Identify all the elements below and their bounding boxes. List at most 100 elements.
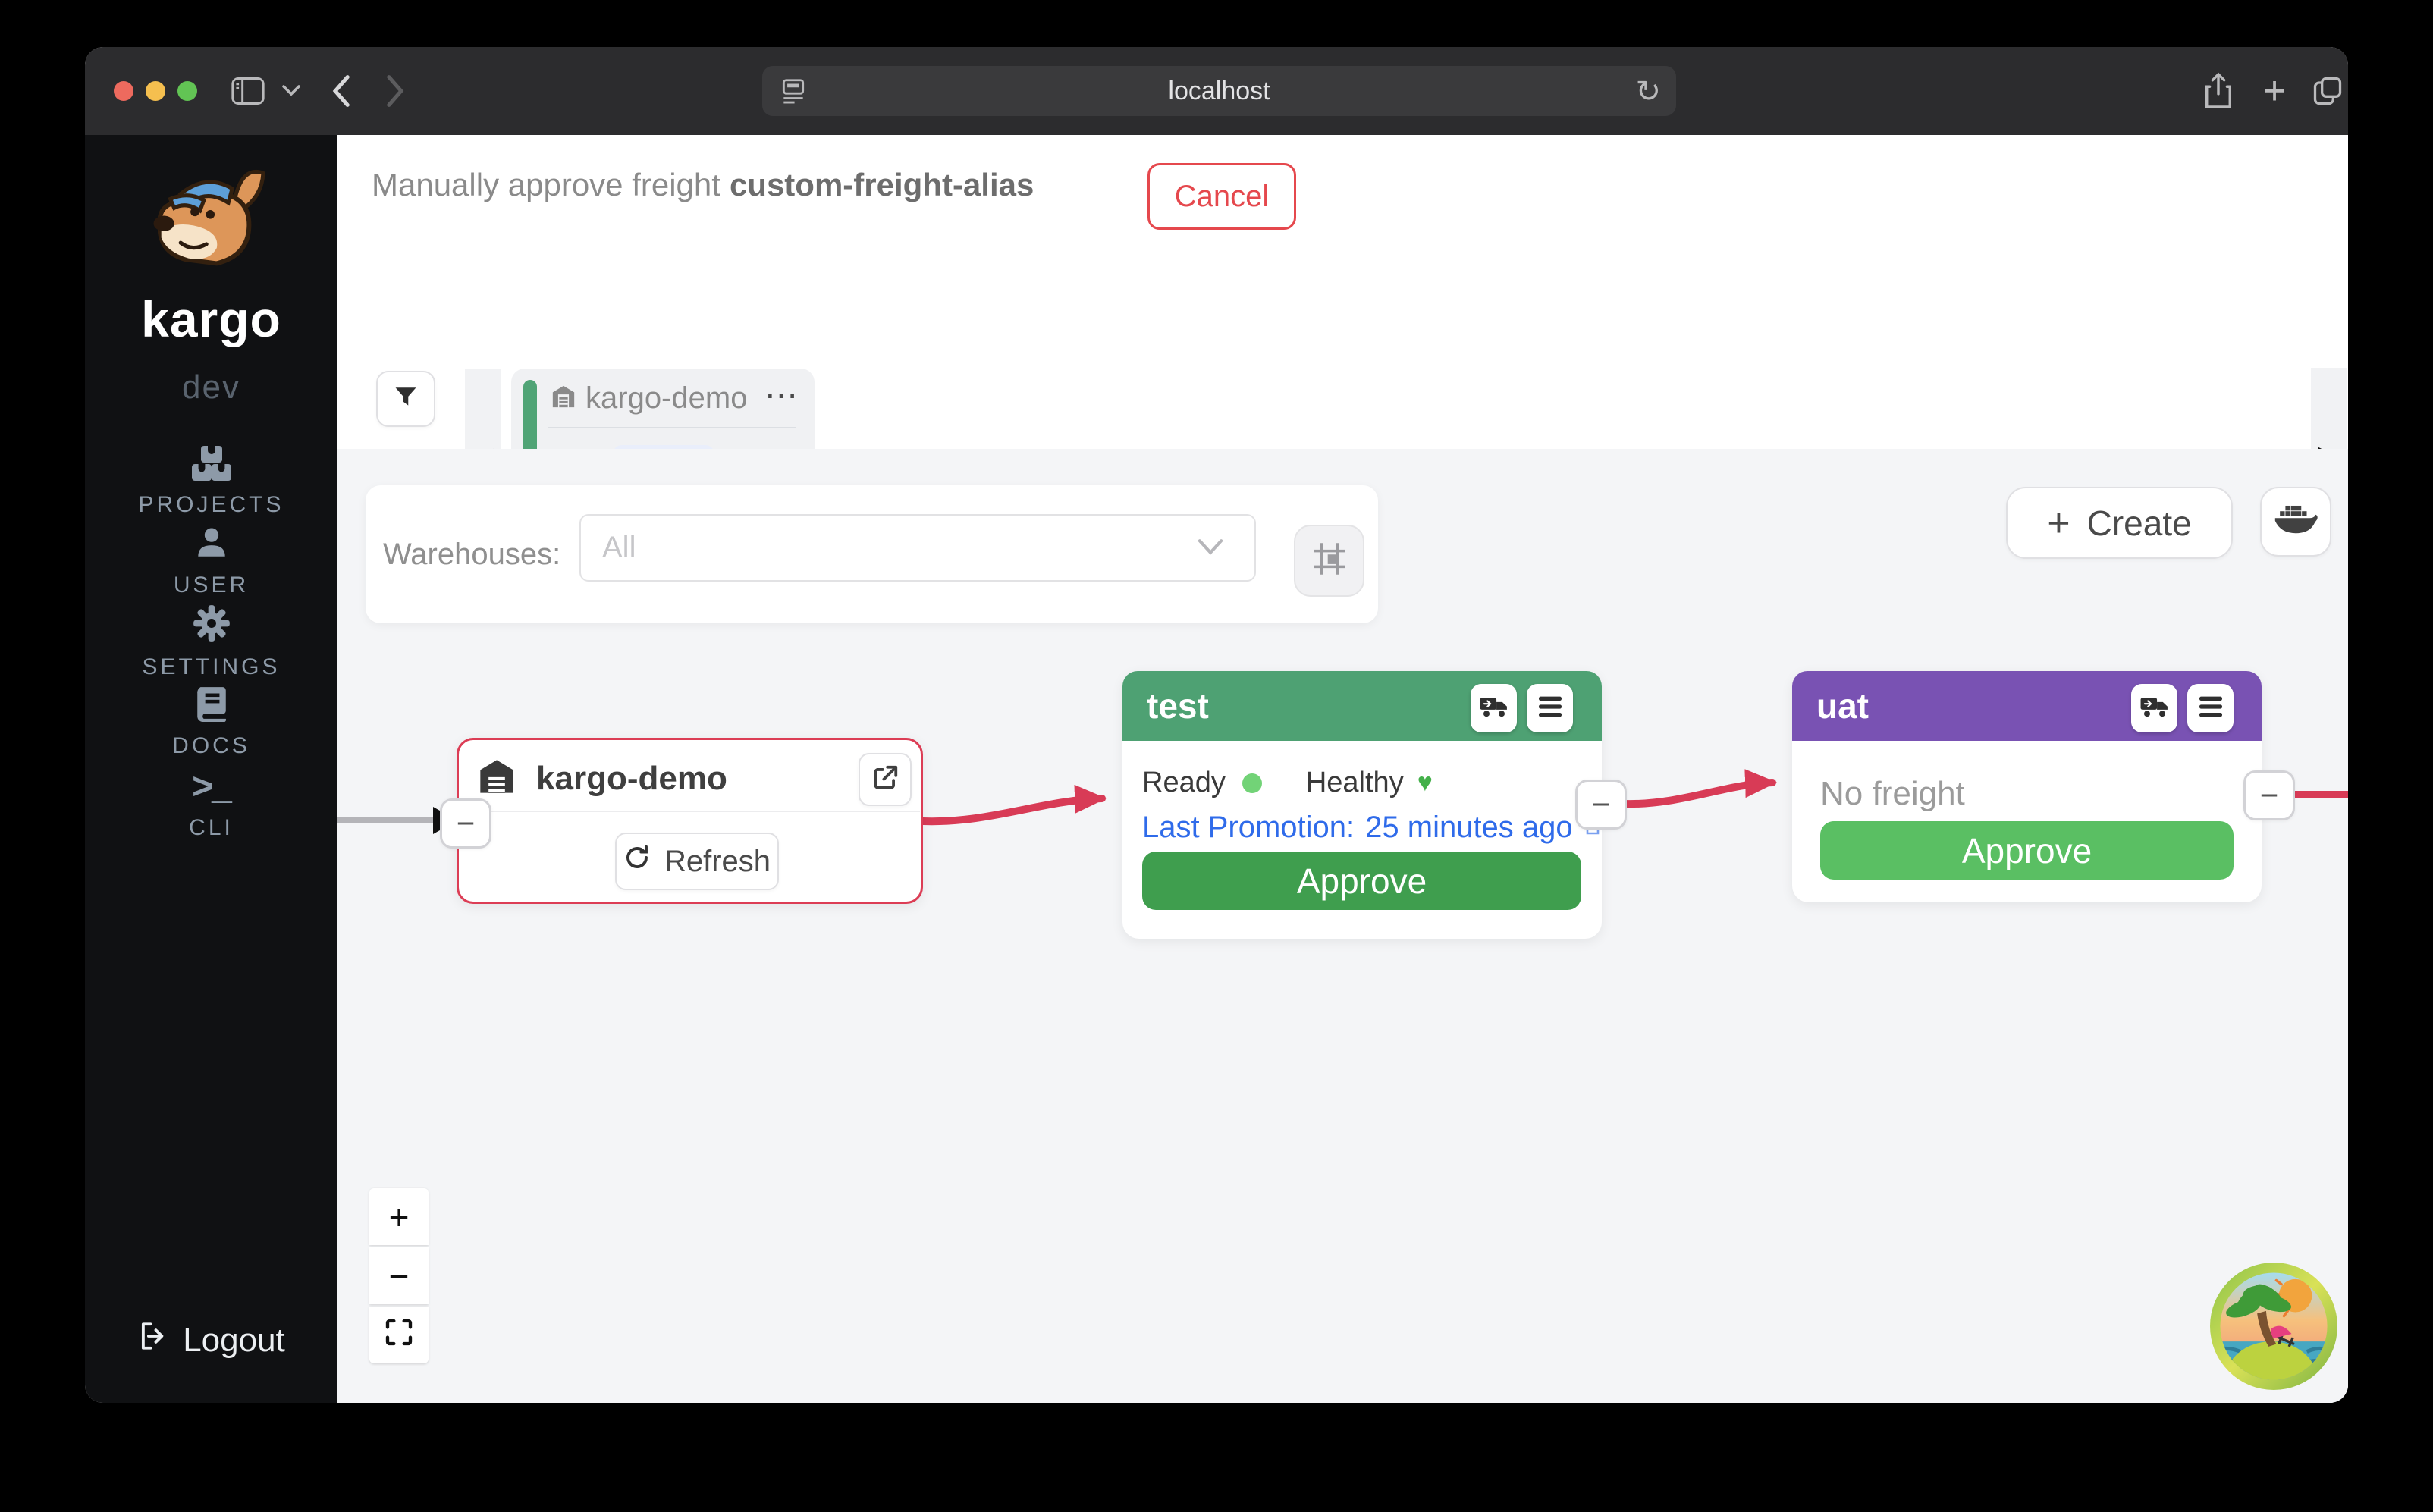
book-icon bbox=[193, 684, 231, 726]
warehouse-collapse-handle[interactable]: − bbox=[440, 798, 491, 849]
image-frame-icon bbox=[1312, 541, 1347, 580]
refresh-label: Refresh bbox=[664, 845, 771, 879]
hamburger-icon bbox=[1537, 695, 1563, 722]
ready-label: Ready bbox=[1142, 767, 1226, 799]
freight-timeline-button[interactable] bbox=[1471, 684, 1517, 732]
zoom-out-button[interactable]: − bbox=[369, 1247, 429, 1304]
last-promotion-link[interactable]: Last Promotion: 25 minutes ago bbox=[1142, 811, 1602, 845]
edge-warehouse-to-test bbox=[923, 798, 1102, 821]
browser-titlebar: localhost ↻ + bbox=[85, 47, 2348, 135]
refresh-icon bbox=[623, 844, 651, 879]
freight-warehouse-name: kargo-demo bbox=[585, 381, 747, 416]
chevron-down-icon bbox=[1197, 537, 1224, 560]
stage-node-uat[interactable]: uat No freight Approve bbox=[1792, 671, 2262, 902]
boxes-icon bbox=[192, 444, 231, 485]
warehouse-icon bbox=[477, 757, 516, 800]
warehouse-open-button[interactable] bbox=[859, 753, 912, 806]
warehouses-select-value: All bbox=[602, 531, 636, 565]
heart-icon: ♥ bbox=[1417, 768, 1433, 798]
sidebar-item-label: CLI bbox=[189, 815, 234, 841]
island-easter-egg-icon[interactable] bbox=[2210, 1263, 2337, 1390]
freight-timeline-button[interactable] bbox=[2131, 684, 2177, 732]
sidebar-item-user[interactable]: USER bbox=[85, 523, 337, 598]
truck-icon bbox=[2139, 694, 2170, 723]
sidebar-item-projects[interactable]: PROJECTS bbox=[85, 444, 337, 518]
docker-images-button[interactable] bbox=[2260, 487, 2331, 557]
warehouse-icon bbox=[551, 384, 576, 413]
sidebar: kargo dev PROJECTS USER SETTINGS DOCS bbox=[85, 135, 337, 1403]
page-title: Manually approve freightcustom-freight-a… bbox=[372, 167, 1034, 203]
warehouses-label: Warehouses: bbox=[383, 485, 560, 623]
sidebar-item-label: DOCS bbox=[172, 733, 250, 759]
sidebar-item-label: USER bbox=[174, 572, 249, 598]
hamburger-icon bbox=[2198, 695, 2224, 722]
stage-status-row: Ready Healthy ♥ bbox=[1142, 767, 1433, 799]
uat-collapse-handle[interactable]: − bbox=[2243, 770, 2295, 820]
divider bbox=[459, 811, 920, 812]
reload-icon[interactable]: ↻ bbox=[1635, 74, 1661, 109]
health-label: Healthy bbox=[1306, 767, 1404, 799]
gear-icon bbox=[192, 604, 231, 647]
stage-menu-button[interactable] bbox=[2187, 684, 2234, 732]
stage-menu-button[interactable] bbox=[1527, 684, 1573, 732]
tab-overview-icon[interactable] bbox=[2307, 47, 2348, 135]
test-collapse-handle[interactable]: − bbox=[1575, 780, 1627, 830]
create-label: Create bbox=[2087, 503, 2192, 544]
reader-icon[interactable] bbox=[779, 77, 808, 112]
freight-alias: custom-freight-alias bbox=[730, 167, 1034, 202]
pipeline-canvas[interactable]: Warehouses: All + Create bbox=[337, 449, 2348, 1403]
chevron-down-icon[interactable] bbox=[276, 47, 306, 135]
share-icon[interactable] bbox=[2198, 47, 2239, 135]
warehouse-node-header: kargo-demo bbox=[477, 757, 727, 800]
minimize-window-button[interactable] bbox=[146, 81, 165, 101]
sidebar-item-docs[interactable]: DOCS bbox=[85, 684, 337, 759]
stage-name: uat bbox=[1816, 685, 1869, 726]
cancel-button[interactable]: Cancel bbox=[1147, 163, 1296, 230]
warehouses-panel: Warehouses: All bbox=[366, 485, 1378, 623]
logout-icon bbox=[137, 1320, 169, 1360]
zoom-window-button[interactable] bbox=[177, 81, 197, 101]
create-button[interactable]: + Create bbox=[2006, 487, 2233, 559]
url-text: localhost bbox=[1168, 77, 1270, 106]
freight-images-button[interactable] bbox=[1294, 525, 1364, 597]
warehouses-select[interactable]: All bbox=[579, 514, 1256, 582]
docker-icon bbox=[2274, 503, 2318, 541]
sidebar-item-cli[interactable]: >_ CLI bbox=[85, 766, 337, 841]
forward-icon[interactable] bbox=[377, 47, 415, 135]
plus-icon: + bbox=[2047, 500, 2070, 546]
edge-test-to-uat bbox=[1625, 783, 1772, 804]
ready-dot-icon bbox=[1242, 773, 1262, 793]
sidebar-item-label: SETTINGS bbox=[142, 654, 280, 680]
last-promotion-label: Last Promotion: bbox=[1142, 811, 1355, 845]
sidebar-item-label: PROJECTS bbox=[138, 492, 284, 518]
fit-view-icon bbox=[384, 1315, 414, 1356]
main-content: Manually approve freightcustom-freight-a… bbox=[337, 135, 2348, 1403]
zoom-in-button[interactable]: + bbox=[369, 1188, 429, 1245]
browser-window: localhost ↻ + kargo dev bbox=[85, 47, 2348, 1403]
logout-button[interactable]: Logout bbox=[85, 1320, 337, 1360]
close-window-button[interactable] bbox=[114, 81, 133, 101]
kargo-logo[interactable] bbox=[85, 158, 337, 287]
sidebar-toggle-icon[interactable] bbox=[229, 47, 267, 135]
warehouse-node-name: kargo-demo bbox=[536, 760, 727, 798]
back-icon[interactable] bbox=[322, 47, 359, 135]
filter-icon bbox=[393, 384, 419, 414]
filter-button[interactable] bbox=[376, 371, 435, 427]
sidebar-item-settings[interactable]: SETTINGS bbox=[85, 604, 337, 680]
external-link-icon bbox=[871, 764, 899, 796]
refresh-button[interactable]: Refresh bbox=[615, 833, 779, 890]
address-bar[interactable]: localhost ↻ bbox=[762, 66, 1676, 116]
version-label: dev bbox=[85, 369, 337, 406]
stage-name: test bbox=[1147, 685, 1209, 726]
freight-more-icon[interactable]: ⋯ bbox=[764, 376, 799, 415]
stage-node-test[interactable]: test Ready Healthy ♥ bbox=[1122, 671, 1602, 939]
logout-label: Logout bbox=[183, 1322, 285, 1360]
truck-icon bbox=[1479, 694, 1509, 723]
approve-button-test[interactable]: Approve bbox=[1142, 852, 1581, 910]
new-tab-icon[interactable]: + bbox=[2254, 47, 2295, 135]
warehouse-node[interactable]: kargo-demo Refresh bbox=[457, 738, 923, 904]
no-freight-label: No freight bbox=[1820, 775, 1965, 813]
terminal-icon: >_ bbox=[192, 766, 231, 808]
approve-button-uat[interactable]: Approve bbox=[1820, 821, 2234, 880]
fit-view-button[interactable] bbox=[369, 1307, 429, 1363]
